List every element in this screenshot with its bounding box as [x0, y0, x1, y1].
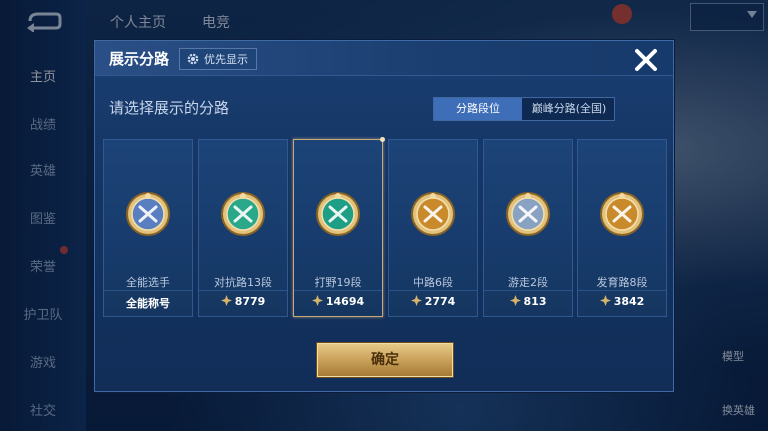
lane-card-score: 813	[523, 295, 547, 308]
lane-card[interactable]: 对抗路13段 8779	[198, 139, 288, 317]
rank-points-icon	[509, 295, 521, 306]
priority-display-button[interactable]: 优先显示	[179, 48, 257, 70]
lane-card[interactable]: 中路6段 2774	[388, 139, 478, 317]
lane-card[interactable]: 游走2段 813	[483, 139, 573, 317]
dialog-subtitle: 请选择展示的分路	[109, 99, 230, 117]
lane-display-dialog: 展示分路 优先显示 请选择展示的分路 分路段位 巅峰分路(全国) 全能选手全能称…	[94, 40, 674, 392]
lane-card-score: 2774	[424, 295, 456, 308]
lane-card-score: 全能称号	[126, 297, 170, 310]
dialog-title: 展示分路	[109, 50, 170, 68]
lane-card-score-row: 3842	[578, 295, 666, 308]
divider	[578, 290, 666, 291]
gear-icon	[187, 53, 199, 65]
jungle-emblem-icon	[316, 192, 360, 236]
confirm-label: 确定	[371, 352, 399, 368]
lane-card-name: 全能选手	[126, 276, 170, 289]
lane-card-score: 8779	[234, 295, 266, 308]
lane-card-name: 发育路8段	[596, 276, 648, 289]
divider	[389, 290, 477, 291]
rank-points-icon	[410, 295, 422, 306]
priority-display-label: 优先显示	[204, 53, 248, 66]
all-round-emblem-icon	[126, 192, 170, 236]
lane-card[interactable]: 发育路8段 3842	[577, 139, 667, 317]
lane-card-score-row: 全能称号	[104, 295, 192, 311]
dialog-header: 展示分路 优先显示	[95, 41, 673, 76]
lane-card-name: 对抗路13段	[214, 276, 272, 289]
lane-card-name: 中路6段	[413, 276, 453, 289]
lane-card-score-row: 2774	[389, 295, 477, 308]
rank-points-icon	[311, 295, 323, 306]
lane-card-score-row: 813	[484, 295, 572, 308]
farm-lane-emblem-icon	[600, 192, 644, 236]
divider	[104, 290, 192, 291]
rank-points-icon	[599, 295, 611, 306]
divider	[484, 290, 572, 291]
divider	[294, 290, 382, 291]
divider	[199, 290, 287, 291]
confirm-button[interactable]: 确定	[317, 343, 453, 377]
lane-card-score-row: 8779	[199, 295, 287, 308]
lane-card-score: 14694	[325, 295, 365, 308]
clash-lane-emblem-icon	[221, 192, 265, 236]
lane-card-score: 3842	[613, 295, 645, 308]
selected-marker	[380, 137, 385, 142]
close-icon[interactable]	[631, 45, 661, 75]
mid-lane-emblem-icon	[411, 192, 455, 236]
rank-points-icon	[220, 295, 232, 306]
roam-emblem-icon	[506, 192, 550, 236]
lane-card-name: 打野19段	[314, 276, 362, 289]
tab-lane-rank[interactable]: 分路段位	[434, 98, 522, 120]
lane-card-score-row: 14694	[294, 295, 382, 308]
lane-card-name: 游走2段	[508, 276, 548, 289]
tab-peak-lane[interactable]: 巅峰分路(全国)	[524, 98, 614, 120]
lane-card[interactable]: 打野19段 14694	[293, 137, 385, 317]
lane-mode-segmented-control: 分路段位 巅峰分路(全国)	[433, 97, 615, 121]
lane-card[interactable]: 全能选手 全能称号	[103, 139, 193, 317]
